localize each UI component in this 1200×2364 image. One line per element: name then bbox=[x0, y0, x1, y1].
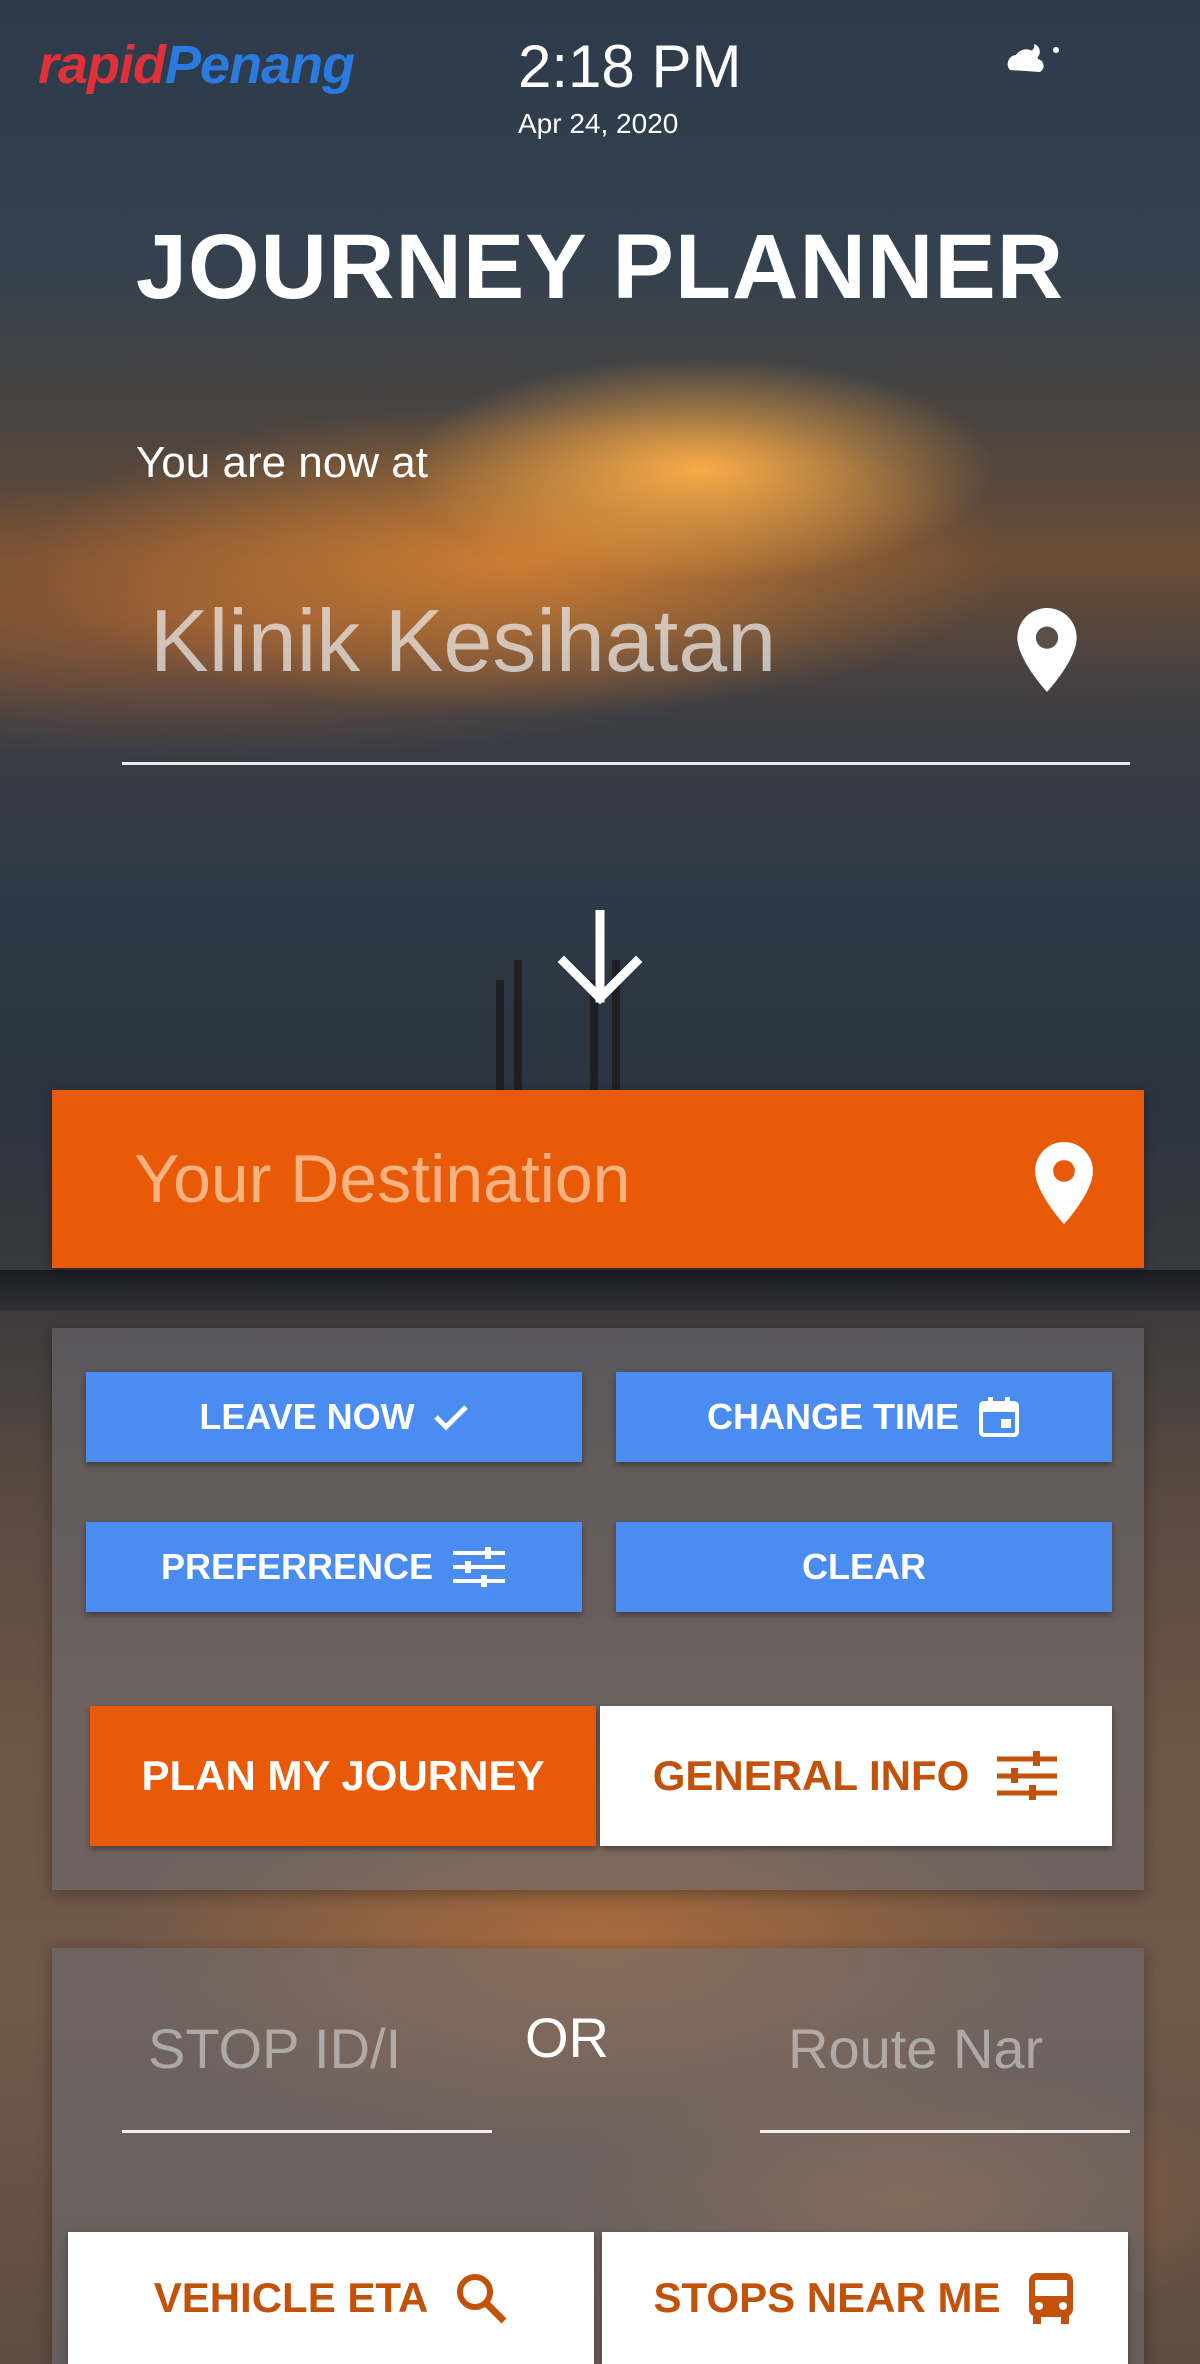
route-name-underline bbox=[760, 2130, 1130, 2133]
bus-icon bbox=[1029, 2273, 1074, 2324]
stop-id-input[interactable]: STOP ID/I bbox=[148, 2016, 440, 2081]
stops-near-me-button[interactable]: STOPS NEAR ME bbox=[602, 2232, 1128, 2364]
destination-input[interactable]: Your Destination bbox=[134, 1140, 631, 1218]
plan-my-journey-label: PLAN MY JOURNEY bbox=[141, 1752, 545, 1799]
vehicle-eta-label: VEHICLE ETA bbox=[153, 2274, 429, 2321]
location-pin-icon[interactable] bbox=[1016, 608, 1078, 692]
sliders-icon bbox=[453, 1547, 506, 1587]
clear-label: CLEAR bbox=[802, 1546, 926, 1587]
page-title: JOURNEY PLANNER bbox=[135, 216, 1065, 318]
clear-button[interactable]: CLEAR bbox=[616, 1522, 1112, 1612]
stops-near-me-label: STOPS NEAR ME bbox=[653, 2274, 1001, 2321]
bridge-pylon bbox=[496, 980, 504, 1090]
route-name-input[interactable]: Route Nar bbox=[788, 2016, 1078, 2081]
general-info-button[interactable]: GENERAL INFO bbox=[600, 1706, 1112, 1846]
plan-my-journey-button[interactable]: PLAN MY JOURNEY bbox=[90, 1706, 596, 1846]
preference-label: PREFERRENCE bbox=[160, 1546, 434, 1587]
vehicle-eta-button[interactable]: VEHICLE ETA bbox=[68, 2232, 594, 2364]
bridge-pylon bbox=[514, 960, 522, 1090]
clock-date: Apr 24, 2020 bbox=[518, 108, 679, 139]
leave-now-button[interactable]: LEAVE NOW bbox=[86, 1372, 582, 1462]
stop-id-underline bbox=[122, 2130, 492, 2133]
bridge-silhouette bbox=[0, 1270, 1200, 1310]
brand-logo-part1: rapid bbox=[38, 35, 166, 95]
change-time-label: CHANGE TIME bbox=[707, 1396, 959, 1437]
location-pin-icon[interactable] bbox=[1034, 1142, 1094, 1224]
calendar-icon bbox=[979, 1397, 1019, 1437]
check-icon bbox=[433, 1405, 468, 1431]
leave-now-label: LEAVE NOW bbox=[199, 1396, 415, 1437]
origin-label: You are now at bbox=[136, 438, 428, 487]
change-time-button[interactable]: CHANGE TIME bbox=[616, 1372, 1112, 1462]
arrow-down-icon bbox=[557, 910, 643, 1005]
origin-field[interactable]: Klinik Kesihatan bbox=[150, 590, 776, 692]
search-icon bbox=[457, 2274, 507, 2324]
brand-logo-part2: Penang bbox=[165, 35, 355, 95]
cloudy-night-icon bbox=[1007, 44, 1059, 72]
or-separator: OR bbox=[525, 2006, 609, 2069]
general-info-label: GENERAL INFO bbox=[652, 1752, 970, 1799]
origin-underline bbox=[122, 762, 1130, 765]
clock-time: 2:18 PM bbox=[518, 33, 742, 100]
brand-logo: rapidPenang bbox=[38, 34, 355, 96]
sliders-icon bbox=[997, 1751, 1058, 1800]
preference-button[interactable]: PREFERRENCE bbox=[86, 1522, 582, 1612]
